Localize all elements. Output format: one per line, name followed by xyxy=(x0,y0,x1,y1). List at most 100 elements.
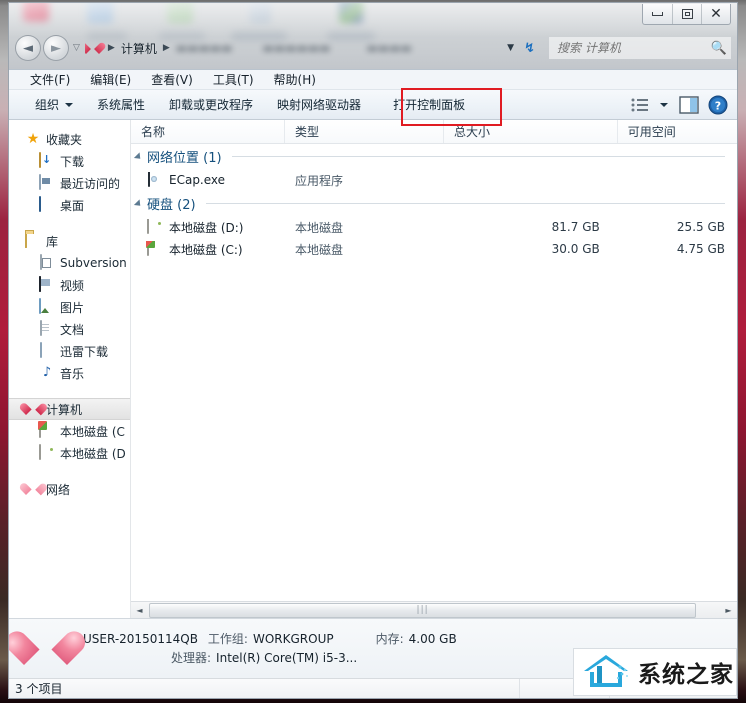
computer-name: USER-20150114QB xyxy=(83,631,198,646)
breadcrumb-blurred-1: ▬▬▬▬▬ xyxy=(175,41,233,55)
refresh-icon[interactable]: ↯ xyxy=(524,41,535,56)
history-dropdown-icon[interactable]: ▽ xyxy=(73,43,80,53)
nav-subversion[interactable]: Subversion xyxy=(9,252,130,274)
nav-thunder-download[interactable]: 迅雷下载 xyxy=(9,340,130,362)
video-icon xyxy=(39,276,55,293)
search-input[interactable] xyxy=(557,41,711,55)
breadcrumb-current[interactable]: 计算机 xyxy=(120,40,158,57)
file-name-label: 本地磁盘 (D:) xyxy=(169,220,244,235)
nav-recent-places[interactable]: 最近访问的 xyxy=(9,172,130,194)
collapse-triangle-icon[interactable] xyxy=(133,198,144,209)
nav-group-computer: 计算机 本地磁盘 (C 本地磁盘 (D xyxy=(9,398,130,464)
chevron-down-icon xyxy=(65,102,74,107)
toolbar-map-network-drive[interactable]: 映射网络驱动器 xyxy=(265,92,373,117)
nav-label: 库 xyxy=(46,234,59,249)
group-network-locations[interactable]: 网络位置 (1) xyxy=(131,144,737,169)
nav-computer[interactable]: 计算机 xyxy=(9,398,130,420)
nav-label: 桌面 xyxy=(60,198,85,213)
menu-tools[interactable]: 工具(T) xyxy=(204,69,263,90)
nav-libraries[interactable]: 库 xyxy=(9,230,130,252)
cell-size: 30.0 GB xyxy=(551,242,600,256)
toolbar-organize-button[interactable]: 组织 xyxy=(23,92,85,117)
nav-group-network: 网络 xyxy=(9,478,130,500)
toolbar-system-properties[interactable]: 系统属性 xyxy=(85,92,157,117)
preview-pane-button[interactable] xyxy=(677,94,701,116)
nav-pictures[interactable]: 图片 xyxy=(9,296,130,318)
system-drive-icon xyxy=(39,422,55,439)
cell-type: 本地磁盘 xyxy=(294,220,343,235)
house-speed-logo-icon xyxy=(584,655,628,687)
star-icon: ★ xyxy=(26,131,40,147)
nav-label: 最近访问的 xyxy=(60,176,121,191)
column-name[interactable]: 名称 xyxy=(131,120,285,143)
nav-drive-c[interactable]: 本地磁盘 (C xyxy=(9,420,130,442)
minimize-icon xyxy=(652,12,663,16)
search-box[interactable]: 🔍 xyxy=(549,37,731,59)
breadcrumb-separator-1: ▶ xyxy=(107,43,115,53)
help-button[interactable]: ? xyxy=(707,94,729,116)
menu-help[interactable]: 帮助(H) xyxy=(265,69,325,90)
desktop-icon-blur-6 xyxy=(249,3,271,23)
search-icon[interactable]: 🔍 xyxy=(711,41,727,56)
network-heart-icon xyxy=(25,482,41,497)
desktop-icon-blur-1 xyxy=(23,3,49,21)
window-controls: ✕ xyxy=(642,4,731,25)
table-row[interactable]: 本地磁盘 (D:) 本地磁盘 81.7 GB 25.5 GB xyxy=(131,216,737,238)
nav-desktop[interactable]: 桌面 xyxy=(9,194,130,216)
nav-documents[interactable]: 文档 xyxy=(9,318,130,340)
forward-button[interactable]: ► xyxy=(43,35,69,61)
file-list-pane: 名称 类型 总大小 可用空间 网络位置 (1) ECap.exe 应用程序 硬盘… xyxy=(131,120,737,618)
nav-group-favorites: ★ 收藏夹 下载 最近访问的 桌面 xyxy=(9,128,130,216)
toolbar-open-control-panel[interactable]: 打开控制面板 xyxy=(381,92,477,117)
table-row[interactable]: 本地磁盘 (C:) 本地磁盘 30.0 GB 4.75 GB xyxy=(131,238,737,260)
view-options-caret[interactable] xyxy=(657,102,671,107)
nav-music[interactable]: ♪ 音乐 xyxy=(9,362,130,384)
column-total-size[interactable]: 总大小 xyxy=(444,120,618,143)
nav-label: 本地磁盘 (D xyxy=(60,446,126,461)
minimize-button[interactable] xyxy=(643,4,672,24)
view-options-button[interactable] xyxy=(629,95,651,115)
main-body: ★ 收藏夹 下载 最近访问的 桌面 xyxy=(9,120,737,618)
group-header-label: 网络位置 (1) xyxy=(147,151,222,166)
column-free-space[interactable]: 可用空间 xyxy=(618,120,737,143)
back-button[interactable]: ◄ xyxy=(15,35,41,61)
menu-view[interactable]: 查看(V) xyxy=(142,69,202,90)
exe-icon xyxy=(147,172,163,188)
memory-label: 内存: xyxy=(375,631,404,646)
collapse-triangle-icon[interactable] xyxy=(133,151,144,162)
status-divider-1 xyxy=(519,679,520,698)
table-row[interactable]: ECap.exe 应用程序 xyxy=(131,169,737,191)
desktop-icon-blur-8 xyxy=(339,3,363,23)
details-text: USER-20150114QB 工作组: WORKGROUP 内存: 4.00 … xyxy=(83,630,457,668)
horizontal-scrollbar[interactable]: ◄ ||| ► xyxy=(131,601,737,618)
address-dropdown-icon[interactable]: ▼ xyxy=(507,43,514,53)
nav-drive-d[interactable]: 本地磁盘 (D xyxy=(9,442,130,464)
scroll-left-button[interactable]: ◄ xyxy=(131,602,148,618)
scrollbar-track[interactable]: ||| xyxy=(148,602,720,618)
group-hard-disks[interactable]: 硬盘 (2) xyxy=(131,191,737,216)
file-name-label: ECap.exe xyxy=(169,173,226,187)
scroll-right-button[interactable]: ► xyxy=(720,602,737,618)
address-bar: ◄ ► ▽ ▶ 计算机 ▶ ▬▬▬▬▬ ▬▬▬▬▬▬ ▬▬▬▬ ▼ ↯ 搜索 计… xyxy=(9,31,737,65)
nav-downloads[interactable]: 下载 xyxy=(9,150,130,172)
cell-free: 25.5 GB xyxy=(676,220,725,234)
nav-videos[interactable]: 视频 xyxy=(9,274,130,296)
subversion-icon xyxy=(39,254,55,271)
help-icon: ? xyxy=(708,95,728,114)
svg-text:?: ? xyxy=(715,99,721,112)
close-button[interactable]: ✕ xyxy=(701,4,730,24)
nav-network[interactable]: 网络 xyxy=(9,478,130,500)
breadcrumb-separator-2[interactable]: ▶ xyxy=(163,43,170,53)
column-type[interactable]: 类型 xyxy=(285,120,444,143)
music-icon: ♪ xyxy=(42,365,52,380)
nav-label: 文档 xyxy=(60,322,85,337)
nav-favorites[interactable]: ★ 收藏夹 xyxy=(9,128,130,150)
scrollbar-thumb[interactable]: ||| xyxy=(149,602,697,618)
breadcrumb[interactable]: ▶ 计算机 ▶ ▬▬▬▬▬ ▬▬▬▬▬▬ ▬▬▬▬ xyxy=(85,37,503,59)
menu-file[interactable]: 文件(F) xyxy=(21,69,79,90)
picture-icon xyxy=(39,298,55,315)
maximize-button[interactable] xyxy=(672,4,701,24)
toolbar-uninstall-change-program[interactable]: 卸载或更改程序 xyxy=(157,92,265,117)
group-divider xyxy=(205,203,725,204)
menu-edit[interactable]: 编辑(E) xyxy=(81,69,140,90)
